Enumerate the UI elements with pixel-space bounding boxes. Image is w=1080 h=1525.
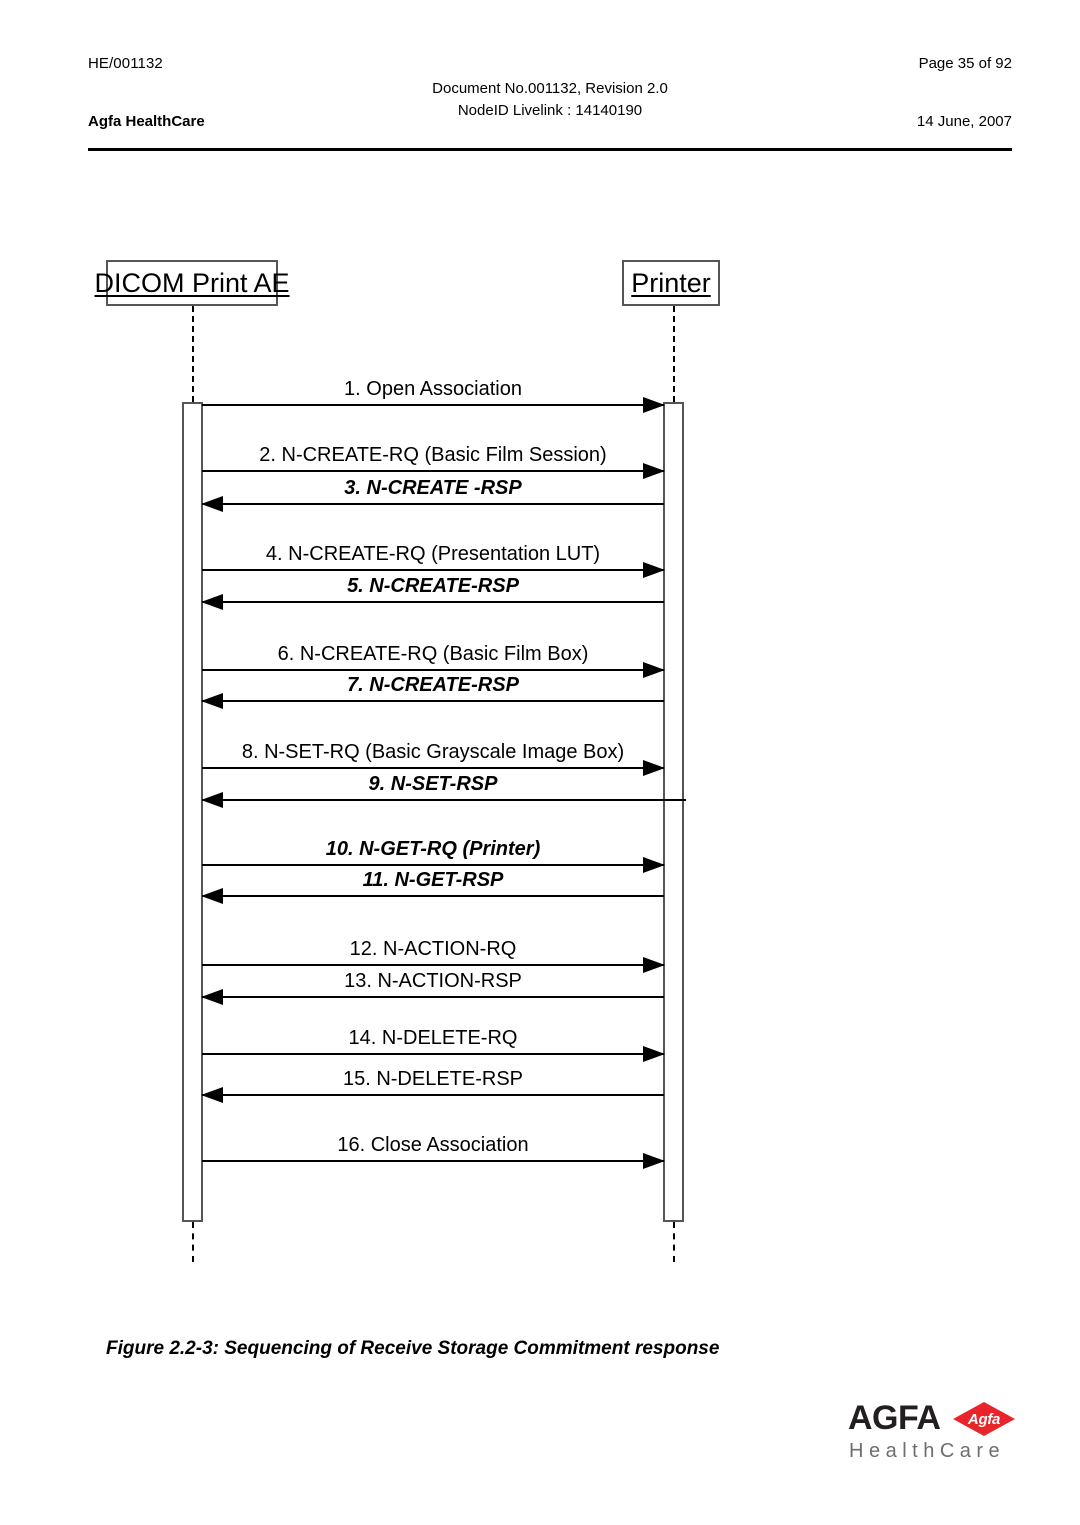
message-label-2: 2. N-CREATE-RQ (Basic Film Session) — [259, 444, 607, 466]
arrow-head-left-icon — [201, 693, 223, 709]
message-line-9 — [202, 799, 686, 801]
arrow-head-left-icon — [201, 496, 223, 512]
message-label-5: 5. N-CREATE-RSP — [347, 575, 519, 597]
message-line-6 — [202, 669, 664, 671]
message-label-7: 7. N-CREATE-RSP — [347, 674, 519, 696]
message-label-6: 6. N-CREATE-RQ (Basic Film Box) — [277, 643, 589, 665]
arrow-head-right-icon — [643, 1046, 665, 1062]
agfa-diamond-label: Agfa — [967, 1410, 1001, 1428]
arrow-head-left-icon — [201, 989, 223, 1005]
arrow-head-right-icon — [643, 1153, 665, 1169]
actor-box-printer: Printer — [622, 260, 720, 306]
agfa-tagline: HealthCare — [849, 1440, 1006, 1462]
message-line-12 — [202, 964, 664, 966]
lifeline-printer-bottom — [673, 1222, 675, 1262]
message-line-16 — [202, 1160, 664, 1162]
message-line-3 — [202, 503, 664, 505]
agfa-diamond-icon: Agfa — [952, 1401, 1016, 1437]
message-line-13 — [202, 996, 664, 998]
message-line-14 — [202, 1053, 664, 1055]
message-label-8: 8. N-SET-RQ (Basic Grayscale Image Box) — [241, 741, 625, 763]
activation-bar-dicom-print-ae — [182, 402, 203, 1222]
lifeline-printer-top — [673, 306, 675, 402]
message-label-12: 12. N-ACTION-RQ — [349, 938, 517, 960]
message-label-14: 14. N-DELETE-RQ — [348, 1027, 518, 1049]
lifeline-dicom-print-ae-top — [192, 306, 194, 402]
message-label-13: 13. N-ACTION-RSP — [344, 970, 522, 992]
lifeline-dicom-print-ae-bottom — [192, 1222, 194, 1262]
message-line-15 — [202, 1094, 664, 1096]
message-line-1 — [202, 404, 664, 406]
sequence-diagram: DICOM Print AE Printer 1. Open Associati… — [0, 0, 1080, 1300]
message-label-1: 1. Open Association — [344, 378, 522, 400]
figure-caption: Figure 2.2-3: Sequencing of Receive Stor… — [106, 1338, 720, 1359]
message-label-3: 3. N-CREATE -RSP — [344, 477, 522, 499]
arrow-head-left-icon — [201, 1087, 223, 1103]
activation-bar-printer — [663, 402, 684, 1222]
message-line-10 — [202, 864, 664, 866]
agfa-healthcare-logo: AGFA Agfa HealthCare — [848, 1400, 1018, 1470]
actor-label-dicom-print-ae: DICOM Print AE — [94, 267, 290, 298]
actor-box-dicom-print-ae: DICOM Print AE — [94, 260, 290, 306]
arrow-head-right-icon — [643, 397, 665, 413]
arrow-head-left-icon — [201, 888, 223, 904]
message-label-9: 9. N-SET-RSP — [368, 773, 498, 795]
message-label-11: 11. N-GET-RSP — [362, 869, 504, 891]
arrow-head-left-icon — [201, 594, 223, 610]
message-line-5 — [202, 601, 664, 603]
message-line-2 — [202, 470, 664, 472]
message-line-8 — [202, 767, 664, 769]
message-label-10: 10. N-GET-RQ (Printer) — [325, 838, 541, 860]
message-label-15: 15. N-DELETE-RSP — [342, 1068, 524, 1090]
message-label-16: 16. Close Association — [337, 1134, 529, 1156]
message-line-7 — [202, 700, 664, 702]
message-line-11 — [202, 895, 664, 897]
arrow-head-left-icon — [201, 792, 223, 808]
agfa-wordmark: AGFA — [848, 1399, 941, 1437]
message-label-4: 4. N-CREATE-RQ (Presentation LUT) — [265, 543, 601, 565]
message-line-4 — [202, 569, 664, 571]
actor-label-printer: Printer — [631, 267, 711, 298]
